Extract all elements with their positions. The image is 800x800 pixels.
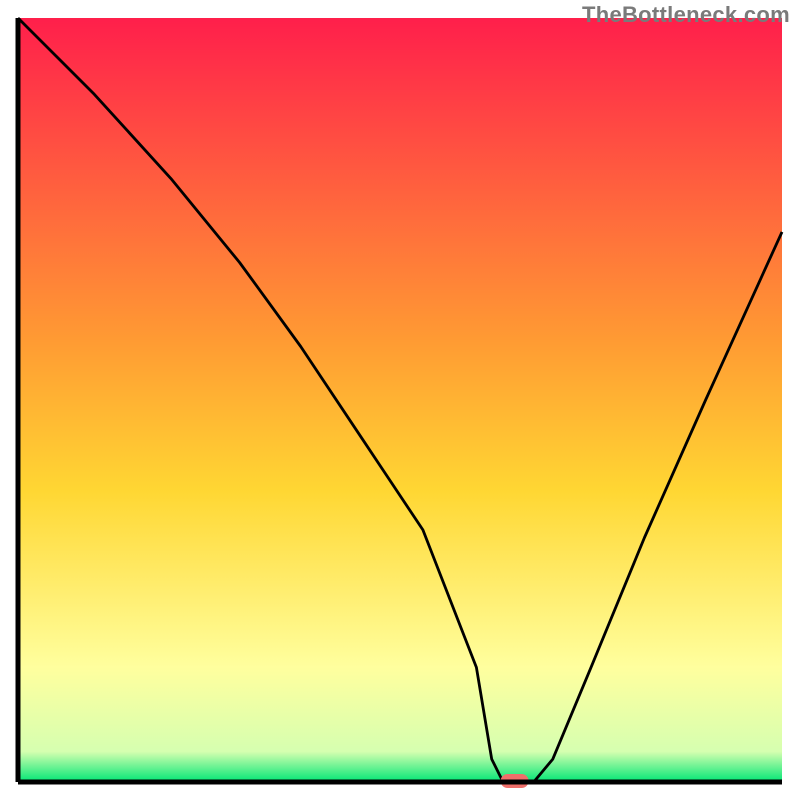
chart-svg bbox=[0, 0, 800, 800]
bottleneck-chart: TheBottleneck.com bbox=[0, 0, 800, 800]
plot-background bbox=[18, 18, 782, 782]
watermark-label: TheBottleneck.com bbox=[582, 2, 790, 28]
